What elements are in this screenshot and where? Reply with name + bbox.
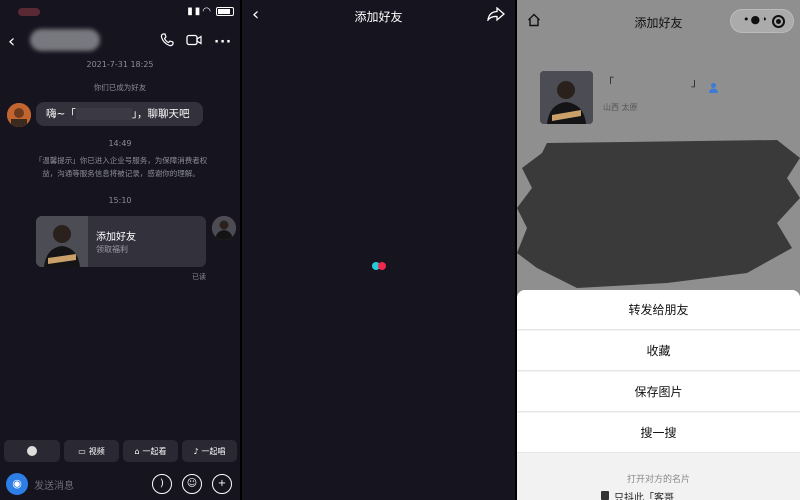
message-input[interactable]: 发送消息 — [34, 477, 74, 492]
sing-together-button[interactable]: ♪ 一起唱 — [182, 440, 237, 462]
card-title: 添加好友 — [96, 232, 136, 243]
emoji-icon[interactable]: ☺ — [182, 474, 202, 494]
sing-together-label: 一起唱 — [201, 446, 226, 456]
chat-header: ‹ ··· — [0, 27, 240, 59]
miniapp-header: 添加好友 •●• — [517, 0, 800, 40]
service-notice: 「温馨提示」你已进入企业号服务，为保障消费者权益，沟通等服务信息将被记录，感谢你… — [34, 156, 208, 178]
signal-icon: ▮▮ — [187, 6, 203, 17]
capsule-menu: •●• — [730, 9, 794, 33]
sofa-icon: ⌂ — [134, 446, 140, 456]
contact-avatar[interactable] — [7, 103, 31, 127]
read-status: 已读 — [192, 273, 206, 281]
profile-name-open: 「 — [603, 76, 614, 89]
battery-icon — [216, 6, 234, 16]
system-message: 你们已成为好友 — [93, 83, 147, 92]
profile-photo[interactable] — [540, 71, 593, 124]
message-timestamp: 15:10 — [108, 196, 132, 205]
loading-header: ‹ 添加好友 — [242, 0, 515, 32]
wifi-icon: ◠ — [202, 6, 213, 17]
phone-icon[interactable] — [160, 33, 174, 51]
capsule-divider — [763, 16, 764, 28]
close-miniapp-icon[interactable] — [772, 15, 785, 28]
video-quick-button[interactable]: ▭ 视频 — [64, 440, 119, 462]
status-indicator — [18, 8, 40, 16]
video-label: 视频 — [88, 446, 105, 456]
favorite-option[interactable]: 收藏 — [517, 331, 800, 371]
profile-location: 山西 太原 — [603, 103, 638, 112]
forward-to-friend-option[interactable]: 转发给朋友 — [517, 290, 800, 330]
add-friend-screen: 添加好友 •●• 「 」 山西 太原 转发给朋友 收藏 保存图片 搜一搜 打开对… — [517, 0, 800, 500]
camera-icon[interactable]: ◉ — [6, 473, 28, 495]
greeting-bubble[interactable]: 嗨~「 」，聊聊天吧 — [36, 102, 203, 126]
contact-name-redacted — [30, 29, 100, 51]
save-image-option[interactable]: 保存图片 — [517, 372, 800, 412]
greeting-prefix: 嗨~「 — [46, 108, 76, 120]
app-icon — [601, 491, 609, 500]
watch-together-label: 一起看 — [142, 446, 167, 456]
sheet-peek-text[interactable]: 只抖此「客哥 — [614, 489, 674, 500]
my-avatar[interactable] — [212, 216, 236, 240]
redaction-scribble — [517, 140, 800, 288]
status-icons: ▮▮◠ — [187, 6, 234, 17]
back-icon[interactable]: ‹ — [8, 31, 15, 52]
share-icon[interactable] — [487, 6, 505, 25]
action-sheet: 转发给朋友 收藏 保存图片 搜一搜 打开对方的名片 只抖此「客哥 — [517, 290, 800, 500]
search-option[interactable]: 搜一搜 — [517, 413, 800, 453]
person-icon — [708, 78, 719, 97]
card-subtitle: 领取福利 — [96, 245, 128, 254]
loading-dot-red — [378, 262, 386, 270]
message-input-bar: ◉ 发送消息 ) ☺ + — [0, 470, 240, 500]
message-timestamp: 2021-7-31 18:25 — [86, 60, 154, 69]
watch-together-button[interactable]: ⌂ 一起看 — [123, 440, 178, 462]
loading-screen: ‹ 添加好友 — [242, 0, 515, 500]
sheet-section-title: 打开对方的名片 — [626, 475, 690, 485]
card-thumbnail — [36, 216, 88, 267]
voice-icon[interactable]: ) — [152, 474, 172, 494]
profile-name-close: 」 — [691, 76, 702, 89]
more-icon[interactable]: ··· — [214, 35, 232, 50]
quick-action-bar: ▭ 视频 ⌂ 一起看 ♪ 一起唱 — [0, 440, 240, 464]
more-icon[interactable]: •●• — [743, 13, 769, 26]
chat-screen: ▮▮◠ ‹ ··· 2021-7-31 18:25 你们已成为好友 嗨~「 」，聊… — [0, 0, 240, 500]
message-timestamp: 14:49 — [108, 139, 132, 148]
greeting-suffix: 」，聊聊天吧 — [131, 108, 190, 120]
page-title: 添加好友 — [354, 10, 403, 24]
redacted-name — [75, 108, 132, 120]
mic-icon: ♪ — [193, 446, 199, 456]
add-friend-card[interactable]: 添加好友 领取福利 — [36, 216, 206, 267]
emoji-quick-button[interactable] — [4, 440, 60, 462]
plus-icon[interactable]: + — [212, 474, 232, 494]
video-call-icon[interactable] — [186, 34, 202, 50]
video-icon: ▭ — [78, 446, 86, 456]
status-bar: ▮▮◠ — [0, 0, 240, 26]
circle-icon — [27, 446, 37, 456]
